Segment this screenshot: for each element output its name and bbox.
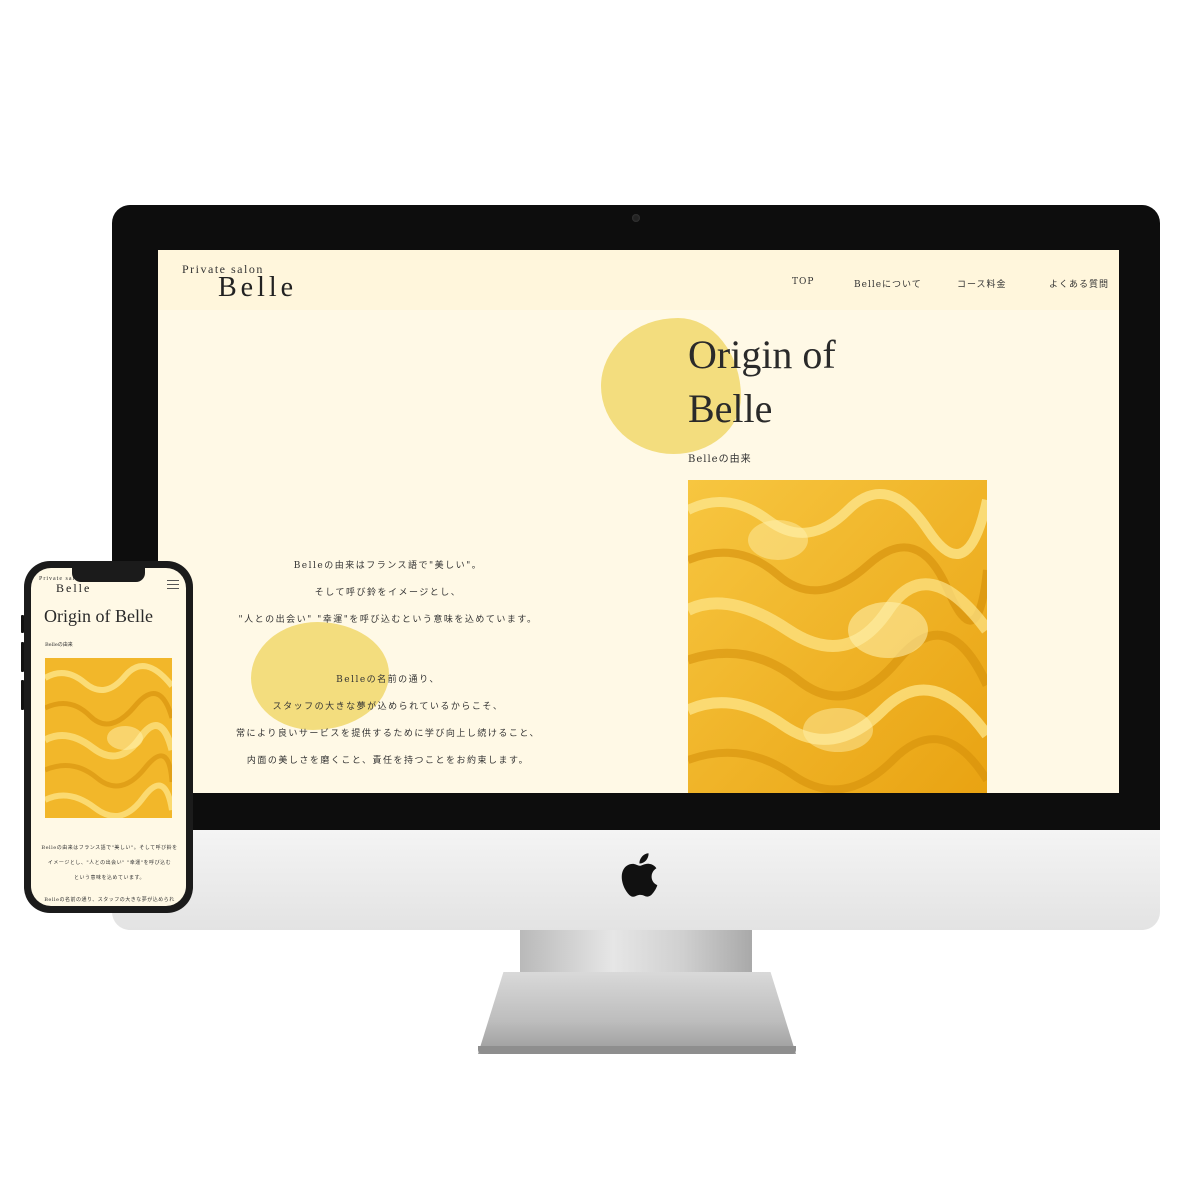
hero-title-line2: Belle xyxy=(688,386,773,431)
nav-faq[interactable]: よくある質問 xyxy=(1049,277,1109,290)
nav-top[interactable]: TOP xyxy=(792,277,814,287)
mobile-logo-wordmark[interactable]: Belle xyxy=(56,581,91,596)
hamburger-menu-icon[interactable] xyxy=(167,580,179,590)
body-paragraph1-line1: Belleの由来はフランス語で"美しい"。 xyxy=(293,561,483,571)
mobile-body-line3: という意味を込めています。 xyxy=(73,875,145,881)
mobile-screen: Private salon Belle Origin of Belle Bell… xyxy=(31,568,186,906)
nav-about[interactable]: Belleについて xyxy=(854,277,922,290)
mobile-yellow-petals-image xyxy=(45,658,172,818)
body-paragraph1-line2: そして呼び鈴をイメージとし、 xyxy=(314,588,462,598)
body-paragraph2-line2: スタッフの大きな夢が込められているからこそ、 xyxy=(272,702,504,712)
body-paragraph2-line3: 常により良いサービスを提供するために学び向上し続けること、 xyxy=(236,729,540,739)
imac-stand xyxy=(478,972,796,1054)
hero-title: Origin of Belle xyxy=(688,328,948,436)
body-paragraph1-line3: "人との出会い" "幸運"を呼び込むという意味を込めています。 xyxy=(238,615,538,625)
body-paragraph2-line4: 内面の美しさを磨くこと、責任を持つことをお約束します。 xyxy=(246,756,530,766)
apple-logo-icon xyxy=(621,853,658,897)
mobile-hero-title: Origin of Belle xyxy=(44,606,153,626)
logo-wordmark[interactable]: Belle xyxy=(218,272,297,304)
phone-side-button xyxy=(21,615,24,633)
phone-side-button xyxy=(21,680,24,710)
mobile-body-line4: Belleの名前の通り、スタッフの大きな夢が込められ xyxy=(44,897,175,903)
nav-course-price[interactable]: コース料金 xyxy=(957,277,1007,290)
imac-camera xyxy=(632,214,640,222)
mobile-body-line2: イメージとし、"人との出会い" "幸運"を呼び込む xyxy=(47,860,172,866)
imac-stand-base xyxy=(478,1046,796,1054)
body-paragraph2-line1: Belleの名前の通り、 xyxy=(336,675,440,685)
device-mockup-scene: Private salon Belle TOP Belleについて コース料金 … xyxy=(0,0,1200,1200)
hero-subtitle: Belleの由来 xyxy=(688,454,752,465)
site-header: Private salon Belle TOP Belleについて コース料金 … xyxy=(158,250,1119,310)
phone-notch xyxy=(72,568,145,582)
desktop-screen: Private salon Belle TOP Belleについて コース料金 … xyxy=(158,250,1119,793)
hero-title-line1: Origin of xyxy=(688,332,836,377)
mobile-body-line1: Belleの由来はフランス語で"美しい"。そして呼び鈴を xyxy=(41,845,178,851)
phone-side-button xyxy=(21,642,24,672)
imac-stand-neck xyxy=(520,930,752,972)
mobile-hero-subtitle: Belleの由来 xyxy=(45,642,73,648)
yellow-petals-image xyxy=(688,480,987,793)
